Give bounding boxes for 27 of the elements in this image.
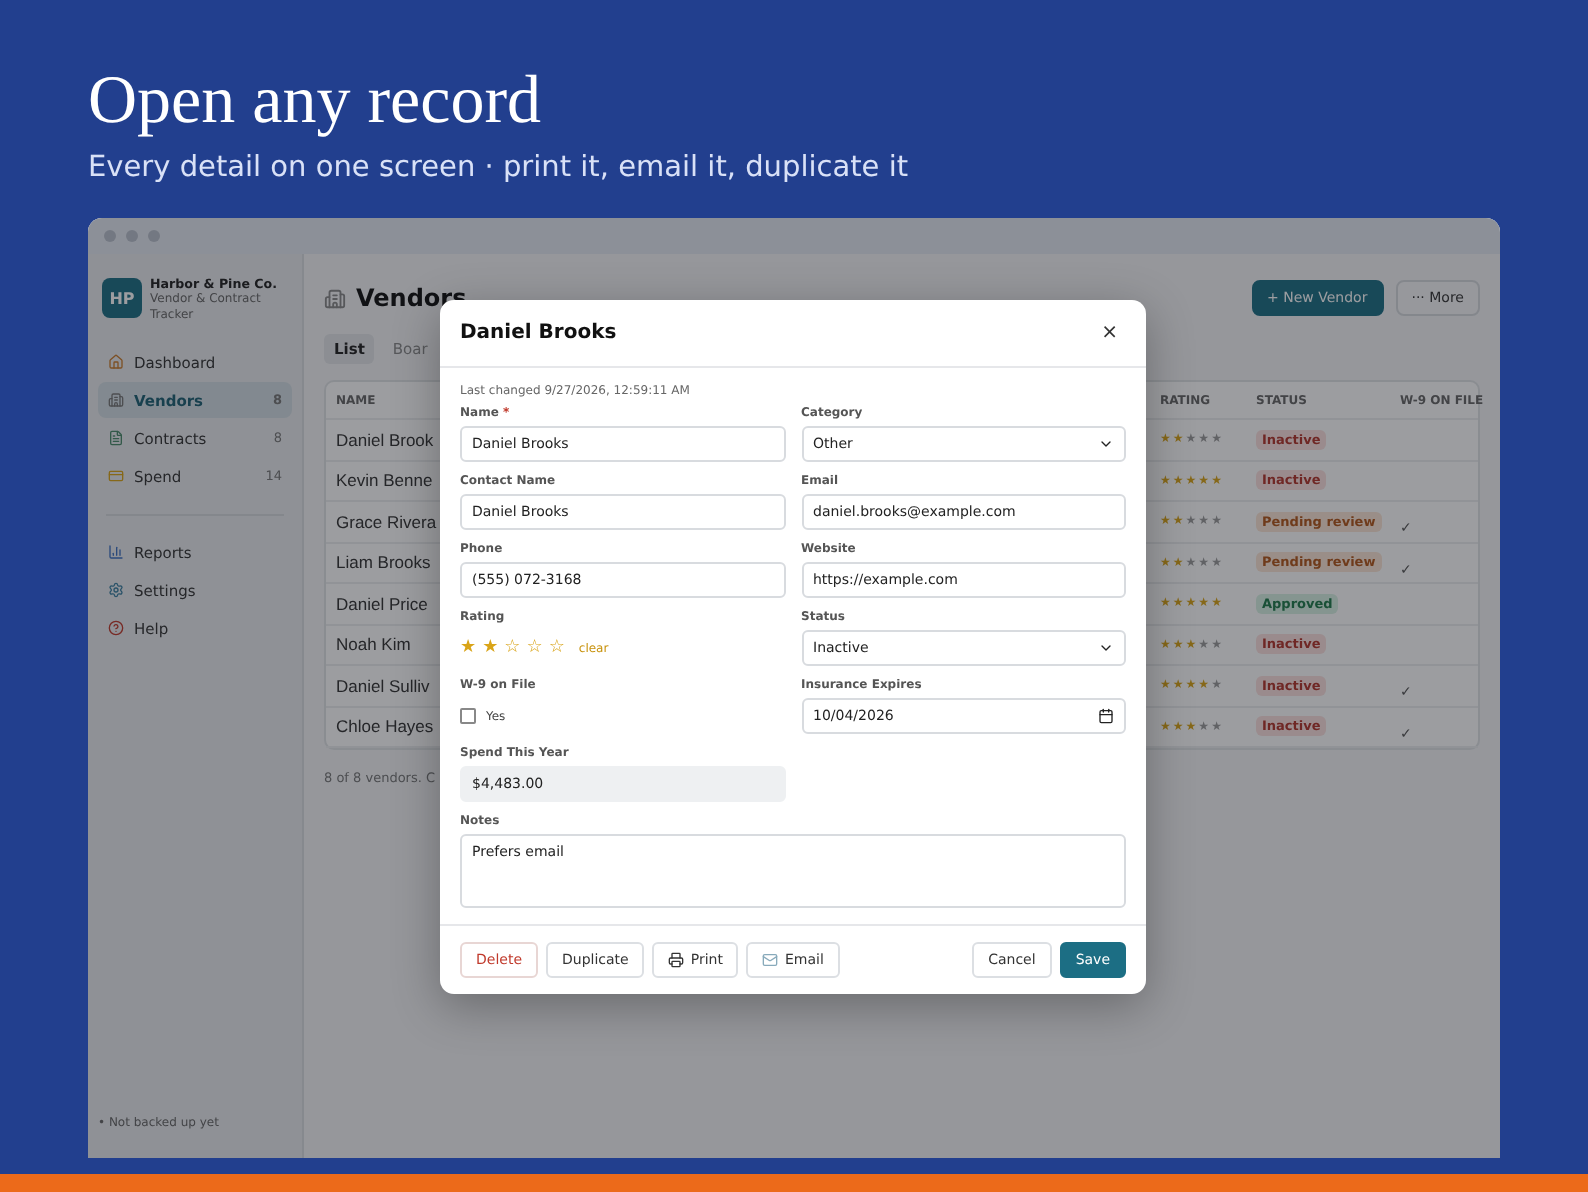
help-icon xyxy=(108,620,124,636)
hero-subtitle: Every detail on one screen · print it, email it, duplicate it xyxy=(88,152,909,184)
calendar-icon xyxy=(1098,708,1114,724)
document-icon xyxy=(108,430,124,446)
vendor-name[interactable]: Daniel Price xyxy=(326,593,442,614)
home-icon xyxy=(108,354,124,370)
mail-icon xyxy=(762,952,779,968)
vendor-name[interactable]: Grace Rivera xyxy=(326,511,442,532)
vendor-name[interactable]: Liam Brooks xyxy=(326,552,442,573)
chevron-icon xyxy=(1098,436,1114,452)
card-icon xyxy=(108,468,124,484)
chart-icon xyxy=(108,544,124,560)
close-button[interactable]: × xyxy=(1093,322,1126,344)
vendor-name[interactable]: Daniel Sulliv xyxy=(326,675,442,696)
chevron-icon xyxy=(1098,640,1114,656)
dialog-title: Daniel Brooks xyxy=(460,322,617,344)
checkbox[interactable] xyxy=(460,708,476,724)
settings-icon xyxy=(108,582,124,598)
vendor-name[interactable]: Daniel Brook xyxy=(326,429,442,450)
vendor-name[interactable]: Kevin Benne xyxy=(326,470,442,491)
building-icon xyxy=(108,392,124,408)
building-icon xyxy=(324,287,346,309)
logo: HP xyxy=(102,278,142,318)
printer-icon xyxy=(668,952,685,968)
vendor-name[interactable]: Chloe Hayes xyxy=(326,716,442,737)
hero-title: Open any record xyxy=(88,62,542,142)
vendor-name[interactable]: Noah Kim xyxy=(326,634,442,655)
